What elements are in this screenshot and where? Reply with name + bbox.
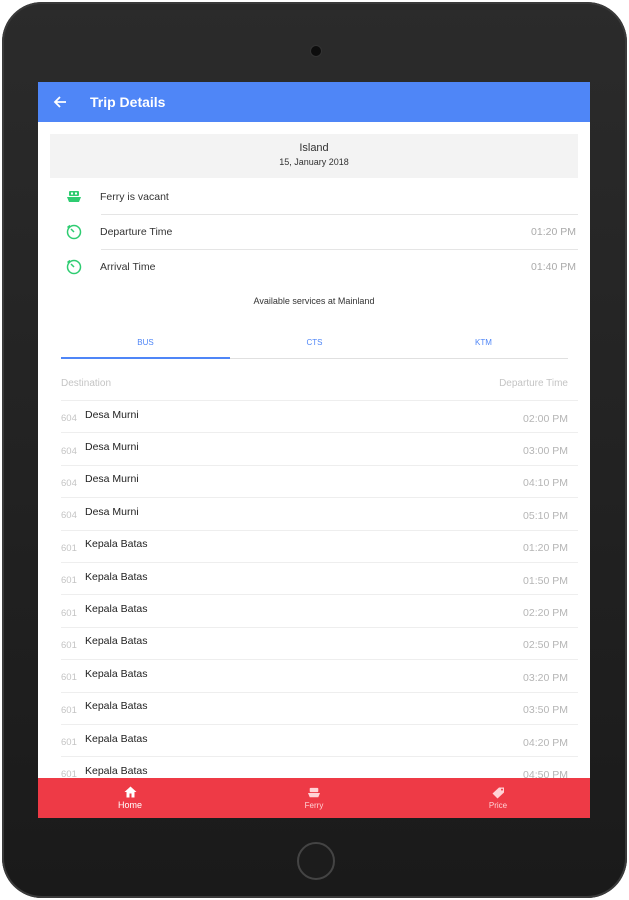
route-code: 601 — [61, 704, 77, 716]
departure: 04:20 PM — [523, 736, 568, 749]
page-title: Trip Details — [90, 94, 166, 110]
route-code: 601 — [61, 672, 77, 684]
app-bar: Trip Details — [38, 82, 590, 122]
trip-place: Island — [299, 142, 329, 154]
route-code: 604 — [61, 445, 77, 457]
route-code: 604 — [61, 413, 77, 425]
departure: 02:20 PM — [523, 607, 568, 620]
departure: 04:10 PM — [523, 477, 568, 490]
info-label: Ferry is vacant — [100, 190, 169, 203]
content-area[interactable]: Island 15, January 2018 Ferry is vacant … — [38, 122, 590, 778]
departure: 05:10 PM — [523, 509, 568, 522]
table-row[interactable]: 604 Desa Murni 02:00 PM — [61, 400, 578, 432]
route-code: 601 — [61, 575, 77, 587]
info-label: Departure Time — [100, 225, 173, 238]
service-tabs: BUS CTS KTM — [61, 328, 568, 359]
table-row[interactable]: 601 Kepala Batas 04:20 PM — [61, 723, 578, 756]
departure: 01:50 PM — [523, 574, 568, 587]
nav-price[interactable]: Price — [406, 778, 590, 818]
table-row[interactable]: 601 Kepala Batas 02:50 PM — [61, 626, 578, 659]
trip-date: 15, January 2018 — [279, 157, 349, 167]
nav-ferry[interactable]: Ferry — [222, 778, 406, 818]
table-row[interactable]: 604 Desa Murni 05:10 PM — [61, 497, 578, 529]
route-code: 601 — [61, 769, 77, 778]
services-title: Available services at Mainland — [253, 296, 375, 306]
nav-home-label: Home — [117, 800, 142, 810]
route-code: 604 — [61, 510, 77, 522]
departure: 03:20 PM — [523, 671, 568, 684]
departure: 01:20 PM — [523, 542, 568, 555]
back-arrow-icon[interactable] — [38, 82, 82, 122]
table-row[interactable]: 601 Kepala Batas 04:50 PM — [61, 756, 578, 778]
table-row[interactable]: 601 Kepala Batas 02:20 PM — [61, 594, 578, 626]
departure: 03:50 PM — [523, 704, 568, 717]
price-tag-icon — [492, 787, 504, 798]
destination: Kepala Batas — [85, 667, 148, 680]
hardware-home-button[interactable] — [297, 842, 335, 880]
ferry-icon — [308, 787, 320, 797]
tab-ktm[interactable]: KTM — [399, 328, 568, 358]
table-row[interactable]: 604 Desa Murni 04:10 PM — [61, 464, 578, 497]
destination: Kepala Batas — [85, 538, 148, 551]
info-label: Arrival Time — [100, 260, 156, 273]
timer-icon — [54, 259, 94, 275]
destination: Kepala Batas — [85, 570, 148, 583]
departure-time: 01:20 PM — [531, 225, 576, 238]
departure: 02:00 PM — [523, 412, 568, 425]
arrival-time: 01:40 PM — [531, 260, 576, 273]
info-row-departure: Departure Time 01:20 PM — [50, 214, 578, 249]
destination: Kepala Batas — [85, 764, 148, 777]
route-code: 601 — [61, 639, 77, 651]
route-code: 601 — [61, 542, 77, 554]
table-row[interactable]: 601 Kepala Batas 03:20 PM — [61, 659, 578, 691]
table-row[interactable]: 601 Kepala Batas 01:20 PM — [61, 529, 578, 562]
bottom-navigation: Home Ferry Price — [38, 778, 590, 818]
ferry-icon — [54, 190, 94, 204]
destination: Kepala Batas — [85, 732, 148, 745]
table-row[interactable]: 601 Kepala Batas 01:50 PM — [61, 561, 578, 594]
route-code: 604 — [61, 477, 77, 489]
destination: Desa Murni — [85, 505, 139, 518]
destination: Desa Murni — [85, 441, 139, 454]
destination: Kepala Batas — [85, 635, 148, 648]
table-header: Destination Departure Time — [61, 378, 568, 389]
nav-home[interactable]: Home — [38, 778, 222, 818]
tab-bus[interactable]: BUS — [61, 328, 230, 359]
departure: 02:50 PM — [523, 639, 568, 652]
trip-header: Island 15, January 2018 — [50, 134, 578, 178]
column-departure: Departure Time — [499, 378, 568, 389]
timer-icon — [54, 224, 94, 240]
nav-price-label: Price — [488, 800, 508, 810]
destination: Desa Murni — [85, 473, 139, 486]
departure: 04:50 PM — [523, 768, 568, 778]
destination: Desa Murni — [85, 408, 139, 421]
table-row[interactable]: 604 Desa Murni 03:00 PM — [61, 432, 578, 464]
app-screen: Trip Details Island 15, January 2018 Fer… — [38, 82, 590, 818]
route-code: 601 — [61, 737, 77, 749]
info-row-ferry-status: Ferry is vacant — [50, 179, 578, 214]
camera-icon — [311, 46, 321, 56]
route-code: 601 — [61, 607, 77, 619]
home-icon — [124, 786, 136, 798]
destination: Kepala Batas — [85, 700, 148, 713]
column-destination: Destination — [61, 378, 112, 389]
info-row-arrival: Arrival Time 01:40 PM — [50, 249, 578, 284]
tab-cts[interactable]: CTS — [230, 328, 399, 358]
table-row[interactable]: 601 Kepala Batas 03:50 PM — [61, 691, 578, 724]
schedule-list: 604 Desa Murni 02:00 PM 604 Desa Murni 03:00… — [38, 400, 590, 778]
destination: Kepala Batas — [85, 603, 148, 616]
departure: 03:00 PM — [523, 445, 568, 458]
nav-ferry-label: Ferry — [304, 800, 324, 810]
